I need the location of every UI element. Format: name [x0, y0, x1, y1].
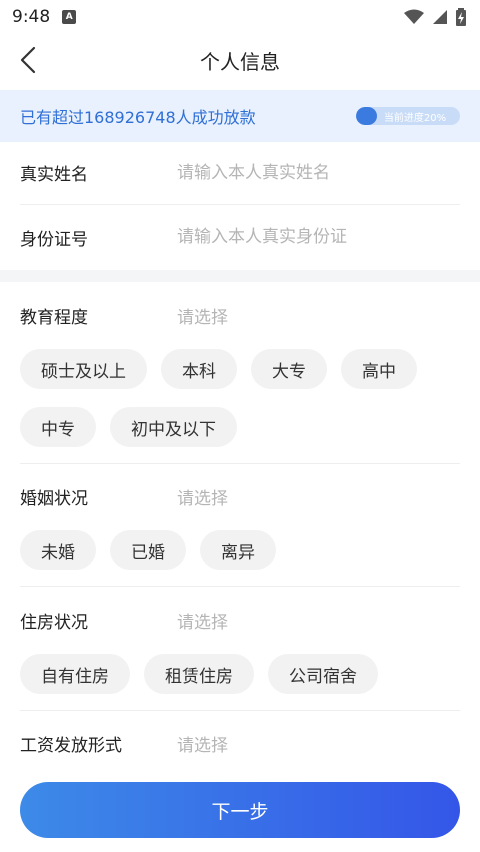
education-option[interactable]: 本科: [161, 349, 237, 389]
progress-banner: 已有超过168926748人成功放款 当前进度20%: [0, 90, 480, 142]
divider: [20, 586, 460, 587]
marriage-option[interactable]: 已婚: [110, 530, 186, 570]
marriage-options: 未婚 已婚 离异: [20, 530, 460, 570]
marriage-option[interactable]: 离异: [200, 530, 276, 570]
salary-row[interactable]: 工资发放形式 请选择: [20, 729, 460, 757]
back-button[interactable]: [8, 40, 48, 80]
id-number-row: 身份证号: [20, 205, 460, 269]
education-options-row-2: 中专 初中及以下: [20, 407, 460, 447]
education-options-row-1: 硕士及以上 本科 大专 高中: [20, 349, 460, 389]
id-number-input[interactable]: [177, 227, 460, 247]
education-option[interactable]: 硕士及以上: [20, 349, 147, 389]
marriage-select[interactable]: 请选择: [177, 484, 228, 509]
id-number-label: 身份证号: [20, 229, 88, 250]
education-option[interactable]: 中专: [20, 407, 96, 447]
status-bar: 9:48 A: [0, 0, 480, 34]
name-row: 真实姓名: [20, 141, 460, 205]
education-option[interactable]: 大专: [251, 349, 327, 389]
name-label: 真实姓名: [20, 165, 88, 185]
housing-options: 自有住房 租赁住房 公司宿舍: [20, 654, 460, 694]
marriage-option[interactable]: 未婚: [20, 530, 96, 570]
page-title: 个人信息: [200, 49, 280, 74]
education-row[interactable]: 教育程度 请选择: [20, 301, 460, 329]
progress-bar: 当前进度20%: [356, 107, 460, 125]
bottom-bar: 下一步: [0, 768, 480, 852]
banner-text: 已有超过168926748人成功放款: [20, 108, 256, 127]
wifi-icon: [404, 9, 424, 24]
status-icons: [404, 8, 466, 26]
app-notification-icon: A: [62, 10, 77, 24]
marriage-label: 婚姻状况: [20, 488, 88, 509]
next-button[interactable]: 下一步: [20, 782, 460, 838]
education-select[interactable]: 请选择: [177, 303, 228, 328]
chevron-left-icon: [20, 46, 36, 74]
education-option[interactable]: 高中: [341, 349, 417, 389]
housing-row[interactable]: 住房状况 请选择: [20, 606, 460, 634]
divider: [20, 710, 460, 711]
salary-label: 工资发放形式: [20, 735, 122, 756]
battery-charging-icon: [456, 8, 466, 26]
signal-icon: [433, 10, 447, 24]
app-header: 个人信息: [0, 34, 480, 86]
housing-option[interactable]: 自有住房: [20, 654, 130, 694]
housing-option[interactable]: 租赁住房: [144, 654, 254, 694]
salary-select[interactable]: 请选择: [177, 731, 228, 756]
marriage-row[interactable]: 婚姻状况 请选择: [20, 482, 460, 510]
housing-option[interactable]: 公司宿舍: [268, 654, 378, 694]
status-time: 9:48: [12, 7, 51, 27]
name-input[interactable]: [177, 162, 460, 183]
housing-label: 住房状况: [20, 612, 88, 633]
housing-select[interactable]: 请选择: [177, 608, 228, 633]
education-label: 教育程度: [20, 307, 88, 328]
progress-label: 当前进度20%: [383, 112, 447, 124]
divider: [20, 463, 460, 464]
section-separator: [0, 270, 480, 282]
education-option[interactable]: 初中及以下: [110, 407, 237, 447]
